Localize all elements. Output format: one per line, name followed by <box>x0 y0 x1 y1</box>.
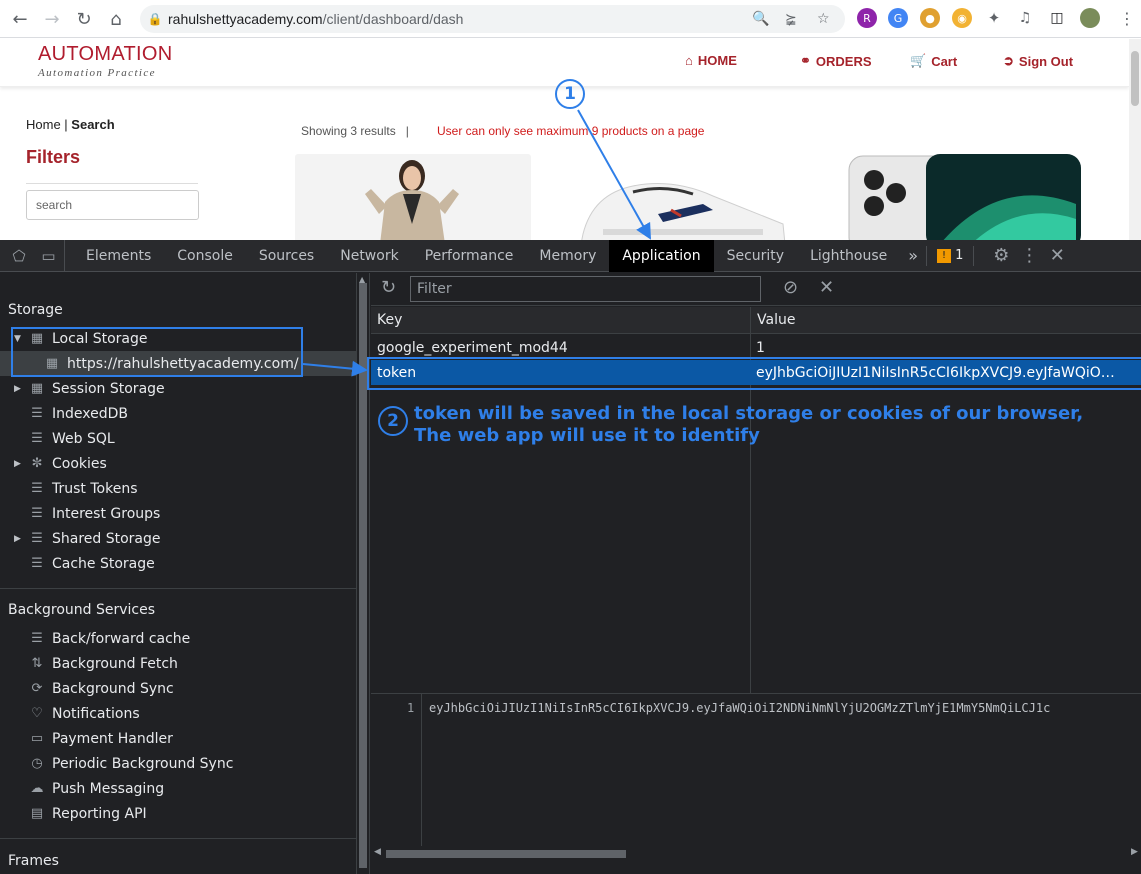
arrow-to-application-tab <box>577 109 651 240</box>
screen: ← → ↻ ⌂ 🔒 rahulshettyacademy.com/client/… <box>0 0 1141 874</box>
annotation-arrows <box>302 109 651 377</box>
arrow-to-token-row <box>302 360 368 377</box>
